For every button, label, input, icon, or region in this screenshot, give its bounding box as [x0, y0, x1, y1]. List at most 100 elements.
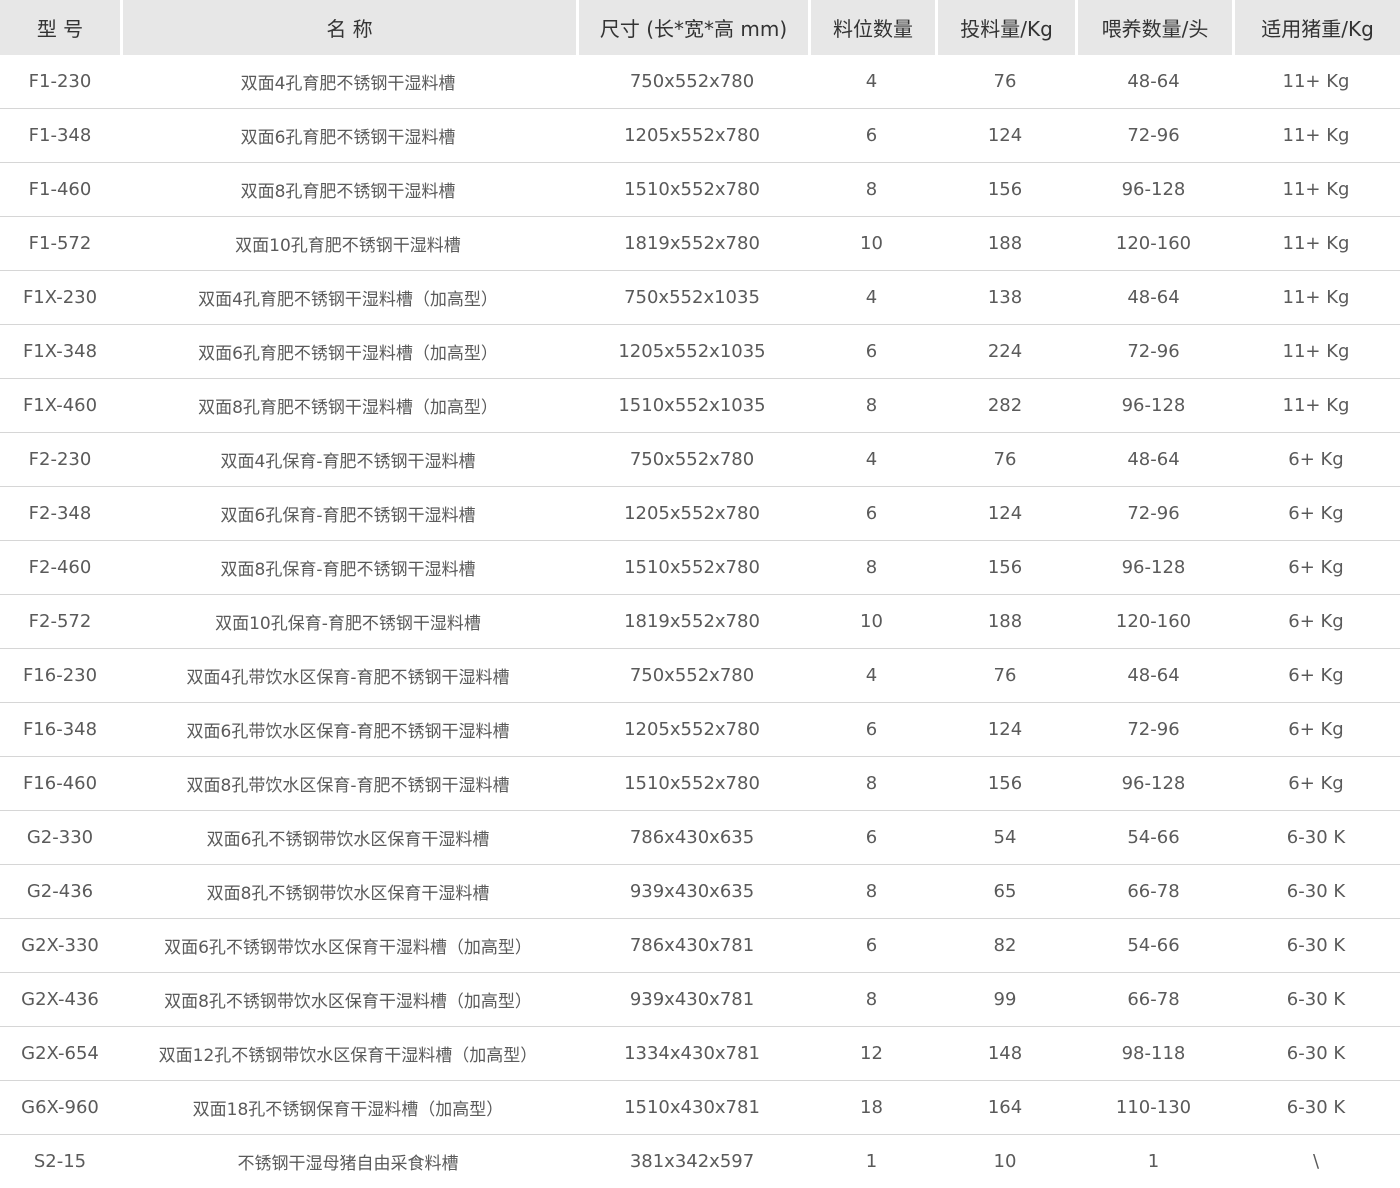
cell-feeding-count: 1	[1147, 1151, 1160, 1172]
cell-model: F16-460	[0, 757, 120, 811]
cell-dimensions: 750x552x780	[576, 55, 808, 109]
header-pig-weight: 适用猪重/Kg	[1232, 0, 1400, 55]
cell-name: 双面10孔保育-育肥不锈钢干湿料槽	[120, 595, 576, 649]
cell-dimensions: 939x430x781	[576, 973, 808, 1027]
header-model: 型 号	[0, 0, 120, 55]
cell-pig-weight: 11+ Kg	[1232, 379, 1400, 433]
table-row: F1X-460 双面8孔育肥不锈钢干湿料槽（加高型） 1510x552x1035 8 2…	[0, 379, 1400, 433]
cell-slot-count: 8	[808, 541, 935, 595]
cell-pig-weight: 6-30 K	[1232, 865, 1400, 919]
table-row: G2X-654 双面12孔不锈钢带饮水区保育干湿料槽（加高型） 1334x430x7…	[0, 1027, 1400, 1081]
cell-dimensions: 750x552x780	[576, 649, 808, 703]
cell-model: F1X-348	[0, 325, 120, 379]
header-row: 型 号 名 称 尺寸 (长*宽*高 mm) 料位数量 投料量/Kg 喂养数量/头…	[0, 0, 1400, 55]
table-row: F16-230 双面4孔带饮水区保育-育肥不锈钢干湿料槽 750x552x780 4 7…	[0, 649, 1400, 703]
cell-model: F1-230	[0, 55, 120, 109]
cell-feeding-count: 48-64	[1075, 649, 1232, 703]
table-row: F1-572 双面10孔育肥不锈钢干湿料槽 1819x552x780 10 188 120…	[0, 217, 1400, 271]
cell-model: F1X-230	[0, 271, 120, 325]
cell-feeding-count: 96-128	[1075, 163, 1232, 217]
table-row: F1-348 双面6孔育肥不锈钢干湿料槽 1205x552x780 6 124 72-96…	[0, 109, 1400, 163]
cell-model: F2-348	[0, 487, 120, 541]
cell-name: 双面6孔保育-育肥不锈钢干湿料槽	[120, 487, 576, 541]
cell-pig-weight: 11+ Kg	[1232, 217, 1400, 271]
cell-slot-count: 4	[808, 433, 935, 487]
cell-name: 双面18孔不锈钢保育干湿料槽（加高型）	[120, 1081, 576, 1135]
cell-pig-weight: 11+ Kg	[1232, 325, 1400, 379]
cell-feed-capacity: 124	[935, 703, 1075, 757]
header-dimensions: 尺寸 (长*宽*高 mm)	[576, 0, 808, 55]
cell-name: 双面4孔育肥不锈钢干湿料槽	[120, 55, 576, 109]
cell-feeding-count: 66-78	[1075, 973, 1232, 1027]
cell-slot-count: 6	[808, 919, 935, 973]
cell-name: 双面10孔育肥不锈钢干湿料槽	[120, 217, 576, 271]
cell-feed-capacity: 188	[935, 595, 1075, 649]
cell-feeding-count: 72-96	[1075, 325, 1232, 379]
cell-slot-count: 6	[808, 703, 935, 757]
cell-feed-capacity: 76	[935, 649, 1075, 703]
cell-feed-capacity: 10	[993, 1151, 1017, 1172]
table-row: G2X-436 双面8孔不锈钢带饮水区保育干湿料槽（加高型） 939x430x781…	[0, 973, 1400, 1027]
cell-pig-weight: 11+ Kg	[1232, 271, 1400, 325]
cell-slot-count: 8	[808, 865, 935, 919]
cell-pig-weight: 6+ Kg	[1232, 487, 1400, 541]
cell-slot-count: 4	[808, 649, 935, 703]
cell-model: G2-436	[0, 865, 120, 919]
cell-slot-count: 1	[865, 1151, 878, 1172]
cell-name: 双面8孔不锈钢带饮水区保育干湿料槽（加高型）	[120, 973, 576, 1027]
cell-pig-weight: 6-30 K	[1232, 1081, 1400, 1135]
cell-feeding-count: 98-118	[1075, 1027, 1232, 1081]
cell-feed-capacity: 76	[935, 55, 1075, 109]
cell-slot-count: 18	[808, 1081, 935, 1135]
cell-feed-capacity: 156	[935, 757, 1075, 811]
cell-model: F2-572	[0, 595, 120, 649]
cell-feeding-count: 96-128	[1075, 757, 1232, 811]
cell-name: 双面6孔带饮水区保育-育肥不锈钢干湿料槽	[120, 703, 576, 757]
cell-dimensions: 1819x552x780	[576, 217, 808, 271]
table-row: G6X-960 双面18孔不锈钢保育干湿料槽（加高型） 1510x430x781 18…	[0, 1081, 1400, 1135]
table-row: F1-230 双面4孔育肥不锈钢干湿料槽 750x552x780 4 76 48-64 11…	[0, 55, 1400, 109]
cell-feed-capacity: 65	[935, 865, 1075, 919]
cell-feeding-count: 54-66	[1075, 919, 1232, 973]
cell-model: G2-330	[0, 811, 120, 865]
cell-dimensions: 786x430x781	[576, 919, 808, 973]
table-row: F16-348 双面6孔带饮水区保育-育肥不锈钢干湿料槽 1205x552x780 6…	[0, 703, 1400, 757]
cell-pig-weight: 6+ Kg	[1232, 541, 1400, 595]
cell-name: 双面12孔不锈钢带饮水区保育干湿料槽（加高型）	[120, 1027, 576, 1081]
cell-dimensions: 1205x552x780	[576, 109, 808, 163]
cell-pig-weight: 11+ Kg	[1232, 55, 1400, 109]
cell-feed-capacity: 156	[935, 541, 1075, 595]
cell-pig-weight: 11+ Kg	[1232, 163, 1400, 217]
cell-slot-count: 6	[808, 811, 935, 865]
cell-slot-count: 6	[808, 325, 935, 379]
table-row: F2-348 双面6孔保育-育肥不锈钢干湿料槽 1205x552x780 6 124 72…	[0, 487, 1400, 541]
cell-feeding-count: 54-66	[1075, 811, 1232, 865]
cell-dimensions: 1510x552x780	[576, 757, 808, 811]
cell-model: G2X-330	[0, 919, 120, 973]
cell-dimensions: 750x552x1035	[576, 271, 808, 325]
cell-feed-capacity: 99	[935, 973, 1075, 1027]
cell-model: F1-460	[0, 163, 120, 217]
cell-model: G2X-654	[0, 1027, 120, 1081]
cell-model: G2X-436	[0, 973, 120, 1027]
cell-dimensions: 1510x430x781	[576, 1081, 808, 1135]
header-feed-capacity: 投料量/Kg	[935, 0, 1075, 55]
cell-name: 双面8孔不锈钢带饮水区保育干湿料槽	[120, 865, 576, 919]
cell-model: G6X-960	[0, 1081, 120, 1135]
table-row: F2-572 双面10孔保育-育肥不锈钢干湿料槽 1819x552x780 10 188…	[0, 595, 1400, 649]
cell-pig-weight: 6+ Kg	[1232, 703, 1400, 757]
cell-name: 双面4孔育肥不锈钢干湿料槽（加高型）	[120, 271, 576, 325]
cell-model: F16-348	[0, 703, 120, 757]
cell-dimensions: 939x430x635	[576, 865, 808, 919]
cell-pig-weight: 6+ Kg	[1232, 433, 1400, 487]
cell-feed-capacity: 138	[935, 271, 1075, 325]
cell-pig-weight: 6-30 K	[1232, 811, 1400, 865]
cell-pig-weight: 6-30 K	[1232, 1027, 1400, 1081]
cell-dimensions: 1205x552x1035	[576, 325, 808, 379]
cell-name: 双面6孔不锈钢带饮水区保育干湿料槽（加高型）	[120, 919, 576, 973]
cell-name: 双面8孔育肥不锈钢干湿料槽	[120, 163, 576, 217]
table-row: G2-330 双面6孔不锈钢带饮水区保育干湿料槽 786x430x635 6 54 54-…	[0, 811, 1400, 865]
header-name: 名 称	[120, 0, 576, 55]
cell-pig-weight: 6+ Kg	[1232, 595, 1400, 649]
table-row: F1X-230 双面4孔育肥不锈钢干湿料槽（加高型） 750x552x1035 4 13…	[0, 271, 1400, 325]
